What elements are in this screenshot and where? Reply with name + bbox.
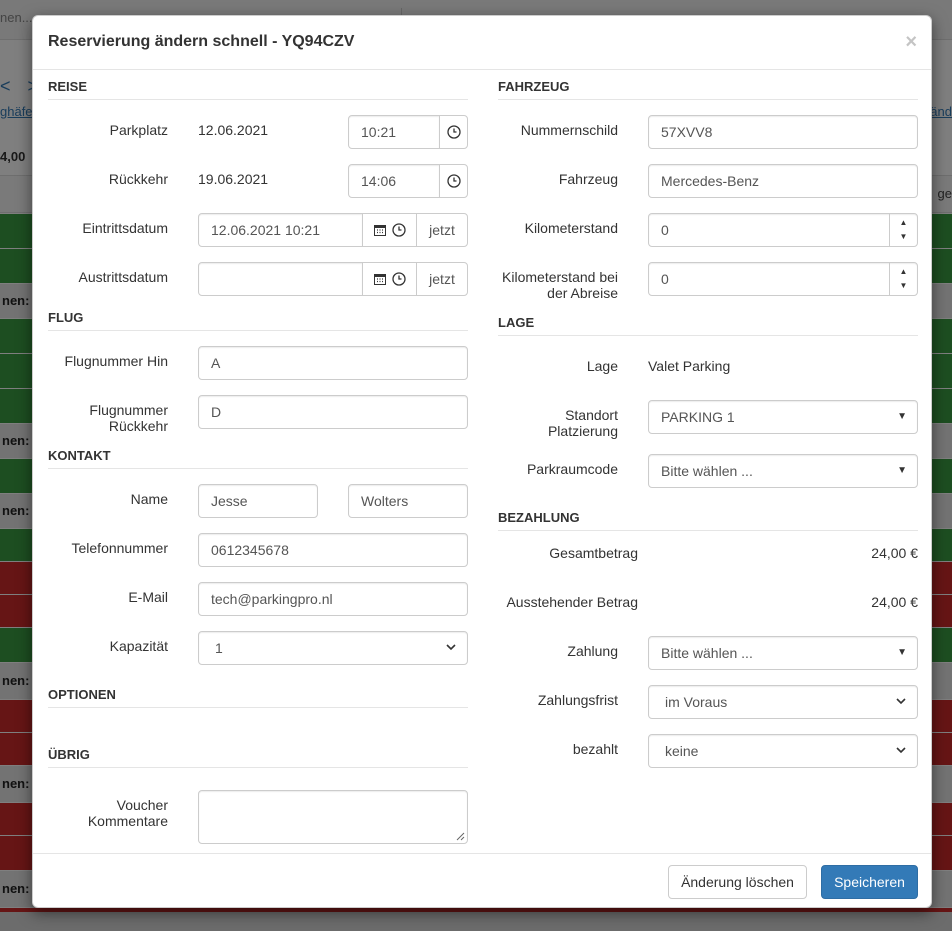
flugnummer-rueckkehr-input[interactable]: D [198,395,468,429]
kilometerstand-abreise-label: Kilometerstand bei der Abreise [468,269,618,301]
gesamtbetrag-label: Gesamtbetrag [549,545,638,561]
rueckkehr-label: Rückkehr [108,171,168,187]
flugnummer-rueckkehr-label: Flugnummer Rückkehr [48,402,168,434]
standort-select[interactable]: PARKING 1 ▼ [648,400,918,434]
rueckkehr-date: 19.06.2021 [198,171,269,187]
section-heading-uebrig: ÜBRIG [48,738,468,768]
section-heading-optionen: OPTIONEN [48,678,468,708]
clock-icon[interactable] [439,115,468,149]
first-name-input[interactable]: Jesse [198,484,318,518]
nummernschild-label: Nummernschild [520,122,618,138]
flugnummer-rueckkehr-label-line1: Flugnummer [89,402,168,418]
lage-value: Valet Parking [648,358,731,374]
section-heading-bezahlung: BEZAHLUNG [498,501,918,531]
eintrittsdatum-input[interactable]: 12.06.2021 10:21 [198,213,363,247]
standort-value: PARKING 1 [661,409,735,425]
austrittsdatum-input[interactable] [198,262,363,296]
kapazitaet-value: 1 [215,640,223,656]
austrittsdatum-label: Austrittsdatum [78,269,168,285]
voucher-kommentare-textarea[interactable] [198,790,468,844]
flugnummer-hin-input[interactable]: A [198,346,468,380]
parkplatz-label: Parkplatz [109,122,168,138]
gesamtbetrag-value: 24,00 € [871,545,918,561]
chevron-down-icon [895,695,907,707]
caret-down-icon: ▼ [897,465,907,476]
voucher-label-line2: Kommentare [87,813,168,829]
number-spinner[interactable]: ▲ ▼ [889,214,917,246]
caret-down-icon: ▼ [897,647,907,658]
parkplatz-date: 12.06.2021 [198,122,269,138]
zahlung-select[interactable]: Bitte wählen ... ▼ [648,636,918,670]
edit-reservation-modal: Reservierung ändern schnell - YQ94CZV × … [32,15,932,908]
chevron-down-icon [895,744,907,756]
kilometerstand-abreise-input[interactable]: 0 ▲ ▼ [648,262,918,296]
flugnummer-rueckkehr-label-line2: Rückkehr [108,418,168,434]
clock-icon[interactable] [391,272,406,286]
modal-header: Reservierung ändern schnell - YQ94CZV × [33,16,931,70]
parkraumcode-select[interactable]: Bitte wählen ... ▼ [648,454,918,488]
calendar-icon[interactable] [373,224,386,236]
name-label: Name [130,491,168,507]
section-heading-lage: LAGE [498,306,918,336]
close-icon[interactable]: × [905,30,917,54]
ausstehender-betrag-label: Ausstehender Betrag [506,594,638,610]
zahlungsfrist-label: Zahlungsfrist [537,692,618,708]
zahlungsfrist-select[interactable]: im Voraus [648,685,918,719]
resize-grip-icon[interactable] [455,831,465,841]
telefonnummer-input[interactable]: 0612345678 [198,533,468,567]
chevron-down-icon [445,641,457,653]
save-button[interactable]: Speicheren [821,865,918,899]
section-heading-reise: REISE [48,70,468,100]
datetime-picker-addon[interactable] [362,262,417,296]
parkraumcode-value: Bitte wählen ... [661,463,753,479]
kapazitaet-label: Kapazität [109,638,168,654]
clock-icon[interactable] [391,223,406,237]
standort-platzierung-label: Standort Platzierung [498,407,618,439]
voucher-label-line1: Voucher [116,797,168,813]
fahrzeug-label: Fahrzeug [558,171,618,187]
bezahlt-value: keine [665,743,699,759]
standort-label-line2: Platzierung [547,423,618,439]
kilometerstand-abreise-label-line1: Kilometerstand bei [502,269,618,285]
calendar-icon[interactable] [373,273,386,285]
kilometerstand-abreise-label-line2: der Abreise [547,285,618,301]
modal-title: Reservierung ändern schnell - YQ94CZV [48,33,355,50]
zahlungsfrist-value: im Voraus [665,694,728,710]
zahlung-value: Bitte wählen ... [661,645,753,661]
austrittsdatum-now-button[interactable]: jetzt [416,262,468,296]
datetime-picker-addon[interactable] [362,213,417,247]
ausstehender-betrag-value: 24,00 € [871,594,918,610]
zahlung-label: Zahlung [567,643,618,659]
email-label: E-Mail [128,589,168,605]
caret-down-icon: ▼ [897,411,907,422]
clock-icon[interactable] [439,164,468,198]
parkraumcode-label: Parkraumcode [526,461,618,477]
standort-label-line1: Standort [565,407,618,423]
section-heading-fahrzeug: FAHRZEUG [498,70,918,100]
lage-label: Lage [586,358,618,374]
flugnummer-hin-label: Flugnummer Hin [64,353,168,369]
section-heading-flug: FLUG [48,301,468,331]
telefonnummer-label: Telefonnummer [71,540,169,556]
kapazitaet-select[interactable]: 1 [198,631,468,665]
eintrittsdatum-now-button[interactable]: jetzt [416,213,468,247]
number-spinner[interactable]: ▲ ▼ [889,263,917,295]
rueckkehr-time-input[interactable]: 14:06 [348,164,440,198]
email-input[interactable]: tech@parkingpro.nl [198,582,468,616]
kilometerstand-value: 0 [661,222,669,238]
parkplatz-time-input[interactable]: 10:21 [348,115,440,149]
kilometerstand-label: Kilometerstand [524,220,618,236]
nummernschild-input[interactable]: 57XVV8 [648,115,918,149]
last-name-input[interactable]: Wolters [348,484,468,518]
delete-change-button[interactable]: Änderung löschen [668,865,807,899]
modal-footer: Änderung löschen Speicheren [33,853,931,908]
fahrzeug-input[interactable]: Mercedes-Benz [648,164,918,198]
voucher-kommentare-label: Voucher Kommentare [48,797,168,829]
eintrittsdatum-label: Eintrittsdatum [82,220,168,236]
bezahlt-select[interactable]: keine [648,734,918,768]
section-heading-kontakt: KONTAKT [48,439,468,469]
kilometerstand-input[interactable]: 0 ▲ ▼ [648,213,918,247]
bezahlt-label: bezahlt [572,741,618,757]
kilometerstand-abreise-value: 0 [661,271,669,287]
